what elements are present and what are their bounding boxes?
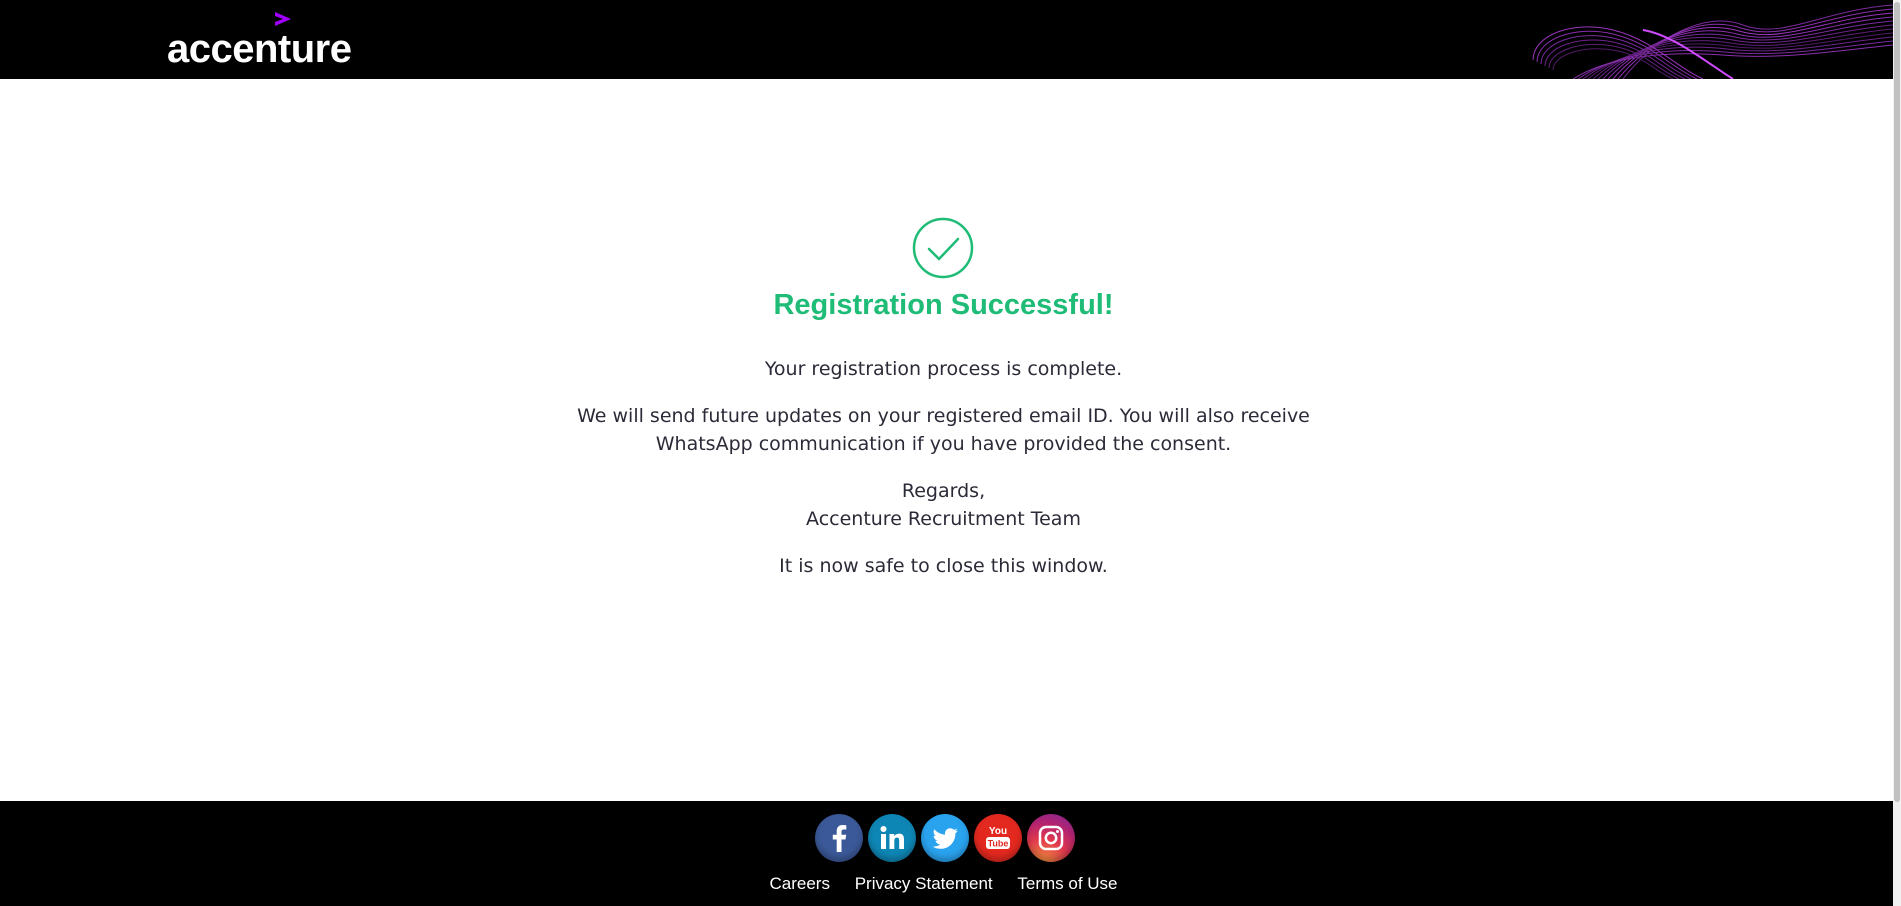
- terms-of-use-link[interactable]: Terms of Use: [1017, 874, 1117, 893]
- social-links: You Tube: [815, 814, 1075, 862]
- team-name: Accenture Recruitment Team: [806, 508, 1081, 530]
- header: accenture: [0, 0, 1893, 79]
- updates-message: We will send future updates on your regi…: [0, 402, 1887, 458]
- main-content: Registration Successful! Your registrati…: [0, 79, 1893, 801]
- linkedin-icon[interactable]: [868, 814, 916, 862]
- regards-text: Regards,: [901, 480, 986, 502]
- success-title: Registration Successful!: [773, 289, 1114, 321]
- signature: Regards, Accenture Recruitment Team: [0, 477, 1887, 533]
- updates-message-line-2: WhatsApp communication if you have provi…: [655, 433, 1232, 455]
- decorative-waves: [1532, 4, 1893, 79]
- updates-message-line-1: We will send future updates on your regi…: [577, 405, 1310, 427]
- twitter-icon[interactable]: [921, 814, 969, 862]
- scrollbar[interactable]: [1893, 0, 1901, 906]
- privacy-statement-link[interactable]: Privacy Statement: [855, 874, 993, 893]
- instagram-icon[interactable]: [1027, 814, 1075, 862]
- scrollbar-thumb[interactable]: [1894, 2, 1900, 802]
- careers-link[interactable]: Careers: [769, 874, 829, 893]
- footer-links: Careers Privacy Statement Terms of Use: [0, 874, 1887, 894]
- facebook-icon[interactable]: [815, 814, 863, 862]
- close-window-note: It is now safe to close this window.: [779, 555, 1108, 577]
- page: accenture Registration Successful! Your …: [0, 0, 1901, 906]
- completion-message: Your registration process is complete.: [764, 358, 1123, 380]
- youtube-icon[interactable]: You Tube: [974, 814, 1022, 862]
- svg-text:You: You: [989, 826, 1007, 837]
- footer: You Tube Careers Privacy Statement Terms…: [0, 801, 1893, 906]
- check-circle-icon: [912, 217, 974, 279]
- svg-text:Tube: Tube: [988, 839, 1009, 849]
- logo-text: accenture: [167, 27, 352, 71]
